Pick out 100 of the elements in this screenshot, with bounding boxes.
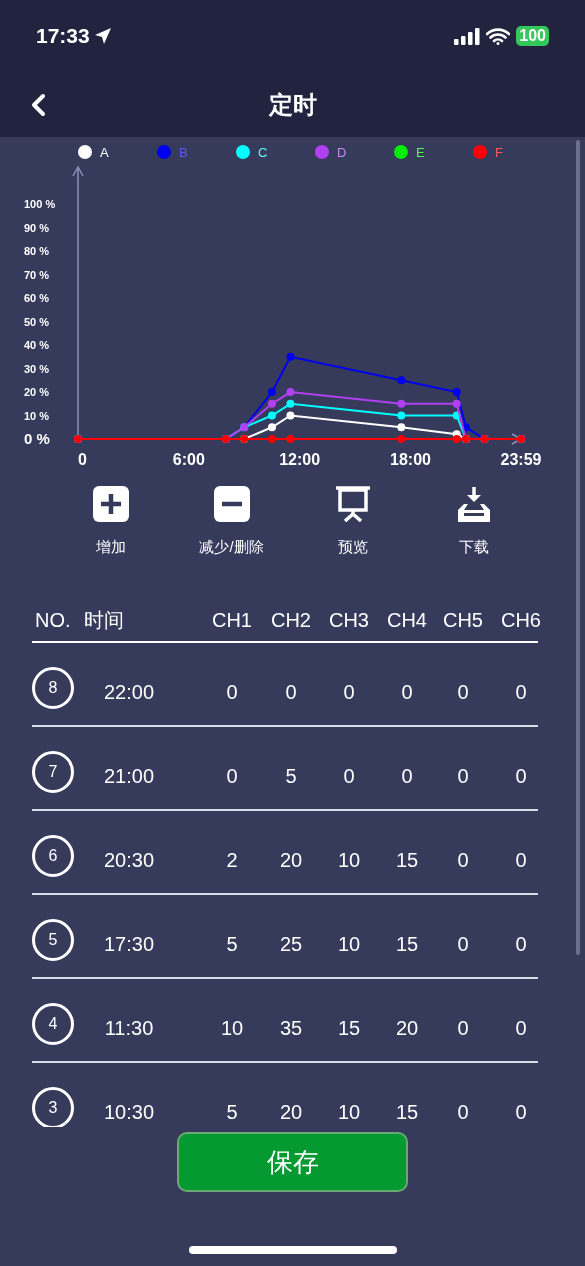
channel-value: 10 [336,1100,362,1125]
point [267,399,276,408]
channel-value: 10 [336,932,362,957]
signal-icon [454,27,481,45]
channel-value: 10 [336,848,362,873]
channel-value: 0 [456,932,470,957]
action-button[interactable]: 减少/删除 [171,486,292,566]
channel-value: 0 [400,680,414,705]
x-tick-label: 0 [78,451,87,468]
channel-value: 0 [514,1100,528,1125]
channel-value: 0 [342,680,356,705]
status-time: 17:33 [36,23,90,50]
legend-item: D [315,145,347,160]
column-header: 时间 [84,608,124,633]
channel-value: 0 [456,1016,470,1041]
channel-value: 0 [514,848,528,873]
legend-item: B [157,145,188,160]
channel-value: 15 [394,1100,420,1125]
channel-value: 5 [284,764,298,789]
row-number: 5 [32,919,74,961]
column-header: NO. [35,608,71,633]
legend-label: A [100,145,109,160]
point [397,411,406,420]
legend-label: B [179,145,188,160]
channel-value: 15 [394,932,420,957]
x-tick-label: 12:00 [279,451,321,468]
column-header: CH3 [328,608,370,633]
back-chevron-icon [30,93,46,117]
x-tick-label: 6:00 [172,451,205,468]
point [452,388,461,397]
legend-label: D [337,145,347,160]
point [397,423,406,432]
channel-value: 15 [336,1016,362,1041]
channel-value: 20 [278,1100,304,1125]
minus-icon [213,486,250,522]
column-header: CH5 [442,608,484,633]
channel-value: 0 [456,764,470,789]
channel-value: 5 [225,932,239,957]
point [267,388,276,397]
time-cell-text: 17:30 [102,932,156,957]
column-header: CH4 [386,608,428,633]
point [267,423,276,432]
channel-value: 20 [278,848,304,873]
legend-item: A [78,145,109,160]
channel-value: 0 [514,680,528,705]
x-tick-label: 23:59 [500,451,542,468]
point [267,435,276,443]
row-number: 4 [32,1003,74,1045]
legend-label: E [416,145,425,160]
point [452,435,461,443]
channel-value: 10 [219,1016,245,1041]
legend-item: E [394,145,425,160]
presentation-board-icon [334,486,371,522]
channel-value: 35 [278,1016,304,1041]
channel-value: 5 [225,1100,239,1125]
point [286,352,295,361]
point [397,435,406,443]
channel-value: 0 [456,680,470,705]
point [286,388,295,397]
y-tick-label: 20 % [24,386,50,399]
location-arrow-icon [93,27,112,45]
channel-value: 0 [514,1016,528,1041]
legend-label: F [495,145,503,160]
y-tick-label: 60 % [24,292,50,305]
action-button[interactable]: 下载 [413,486,534,566]
action-button[interactable]: 预览 [292,486,413,566]
column-header: CH2 [270,608,312,633]
channel-value: 0 [225,680,239,705]
y-tick-label: 80 % [24,245,50,258]
point [397,399,406,408]
action-button[interactable]: 增加 [50,486,171,566]
point [397,376,406,385]
channel-value: 20 [394,1016,420,1041]
y-tick-label: 70 % [24,268,50,281]
row-number: 6 [32,835,74,877]
plus-icon [92,486,129,522]
time-cell-text: 10:30 [102,1100,156,1125]
y-tick-label: 30 % [24,362,50,375]
y-tick-label: 50 % [24,315,50,328]
channel-value: 0 [514,932,528,957]
y-tick-label: 100 % [24,198,56,211]
legend-label: C [258,145,268,160]
channel-value: 0 [400,764,414,789]
legend-item: C [236,145,268,160]
point [267,411,276,420]
time-cell-text: 20:30 [102,848,156,873]
channel-value: 2 [225,848,239,873]
y-tick-label: 90 % [24,221,50,234]
column-header: CH6 [500,608,542,633]
channel-value: 0 [514,764,528,789]
legend-item: F [473,145,503,160]
y-tick-label: 0 % [24,430,50,447]
channel-value: 0 [284,680,298,705]
point [286,435,295,443]
save-button[interactable]: 保存 [177,1132,408,1192]
page-title: 定时 [268,89,317,120]
channel-value: 0 [225,764,239,789]
time-cell-text: 22:00 [102,680,156,705]
channel-value: 15 [394,848,420,873]
y-tick-label: 10 % [24,409,50,422]
